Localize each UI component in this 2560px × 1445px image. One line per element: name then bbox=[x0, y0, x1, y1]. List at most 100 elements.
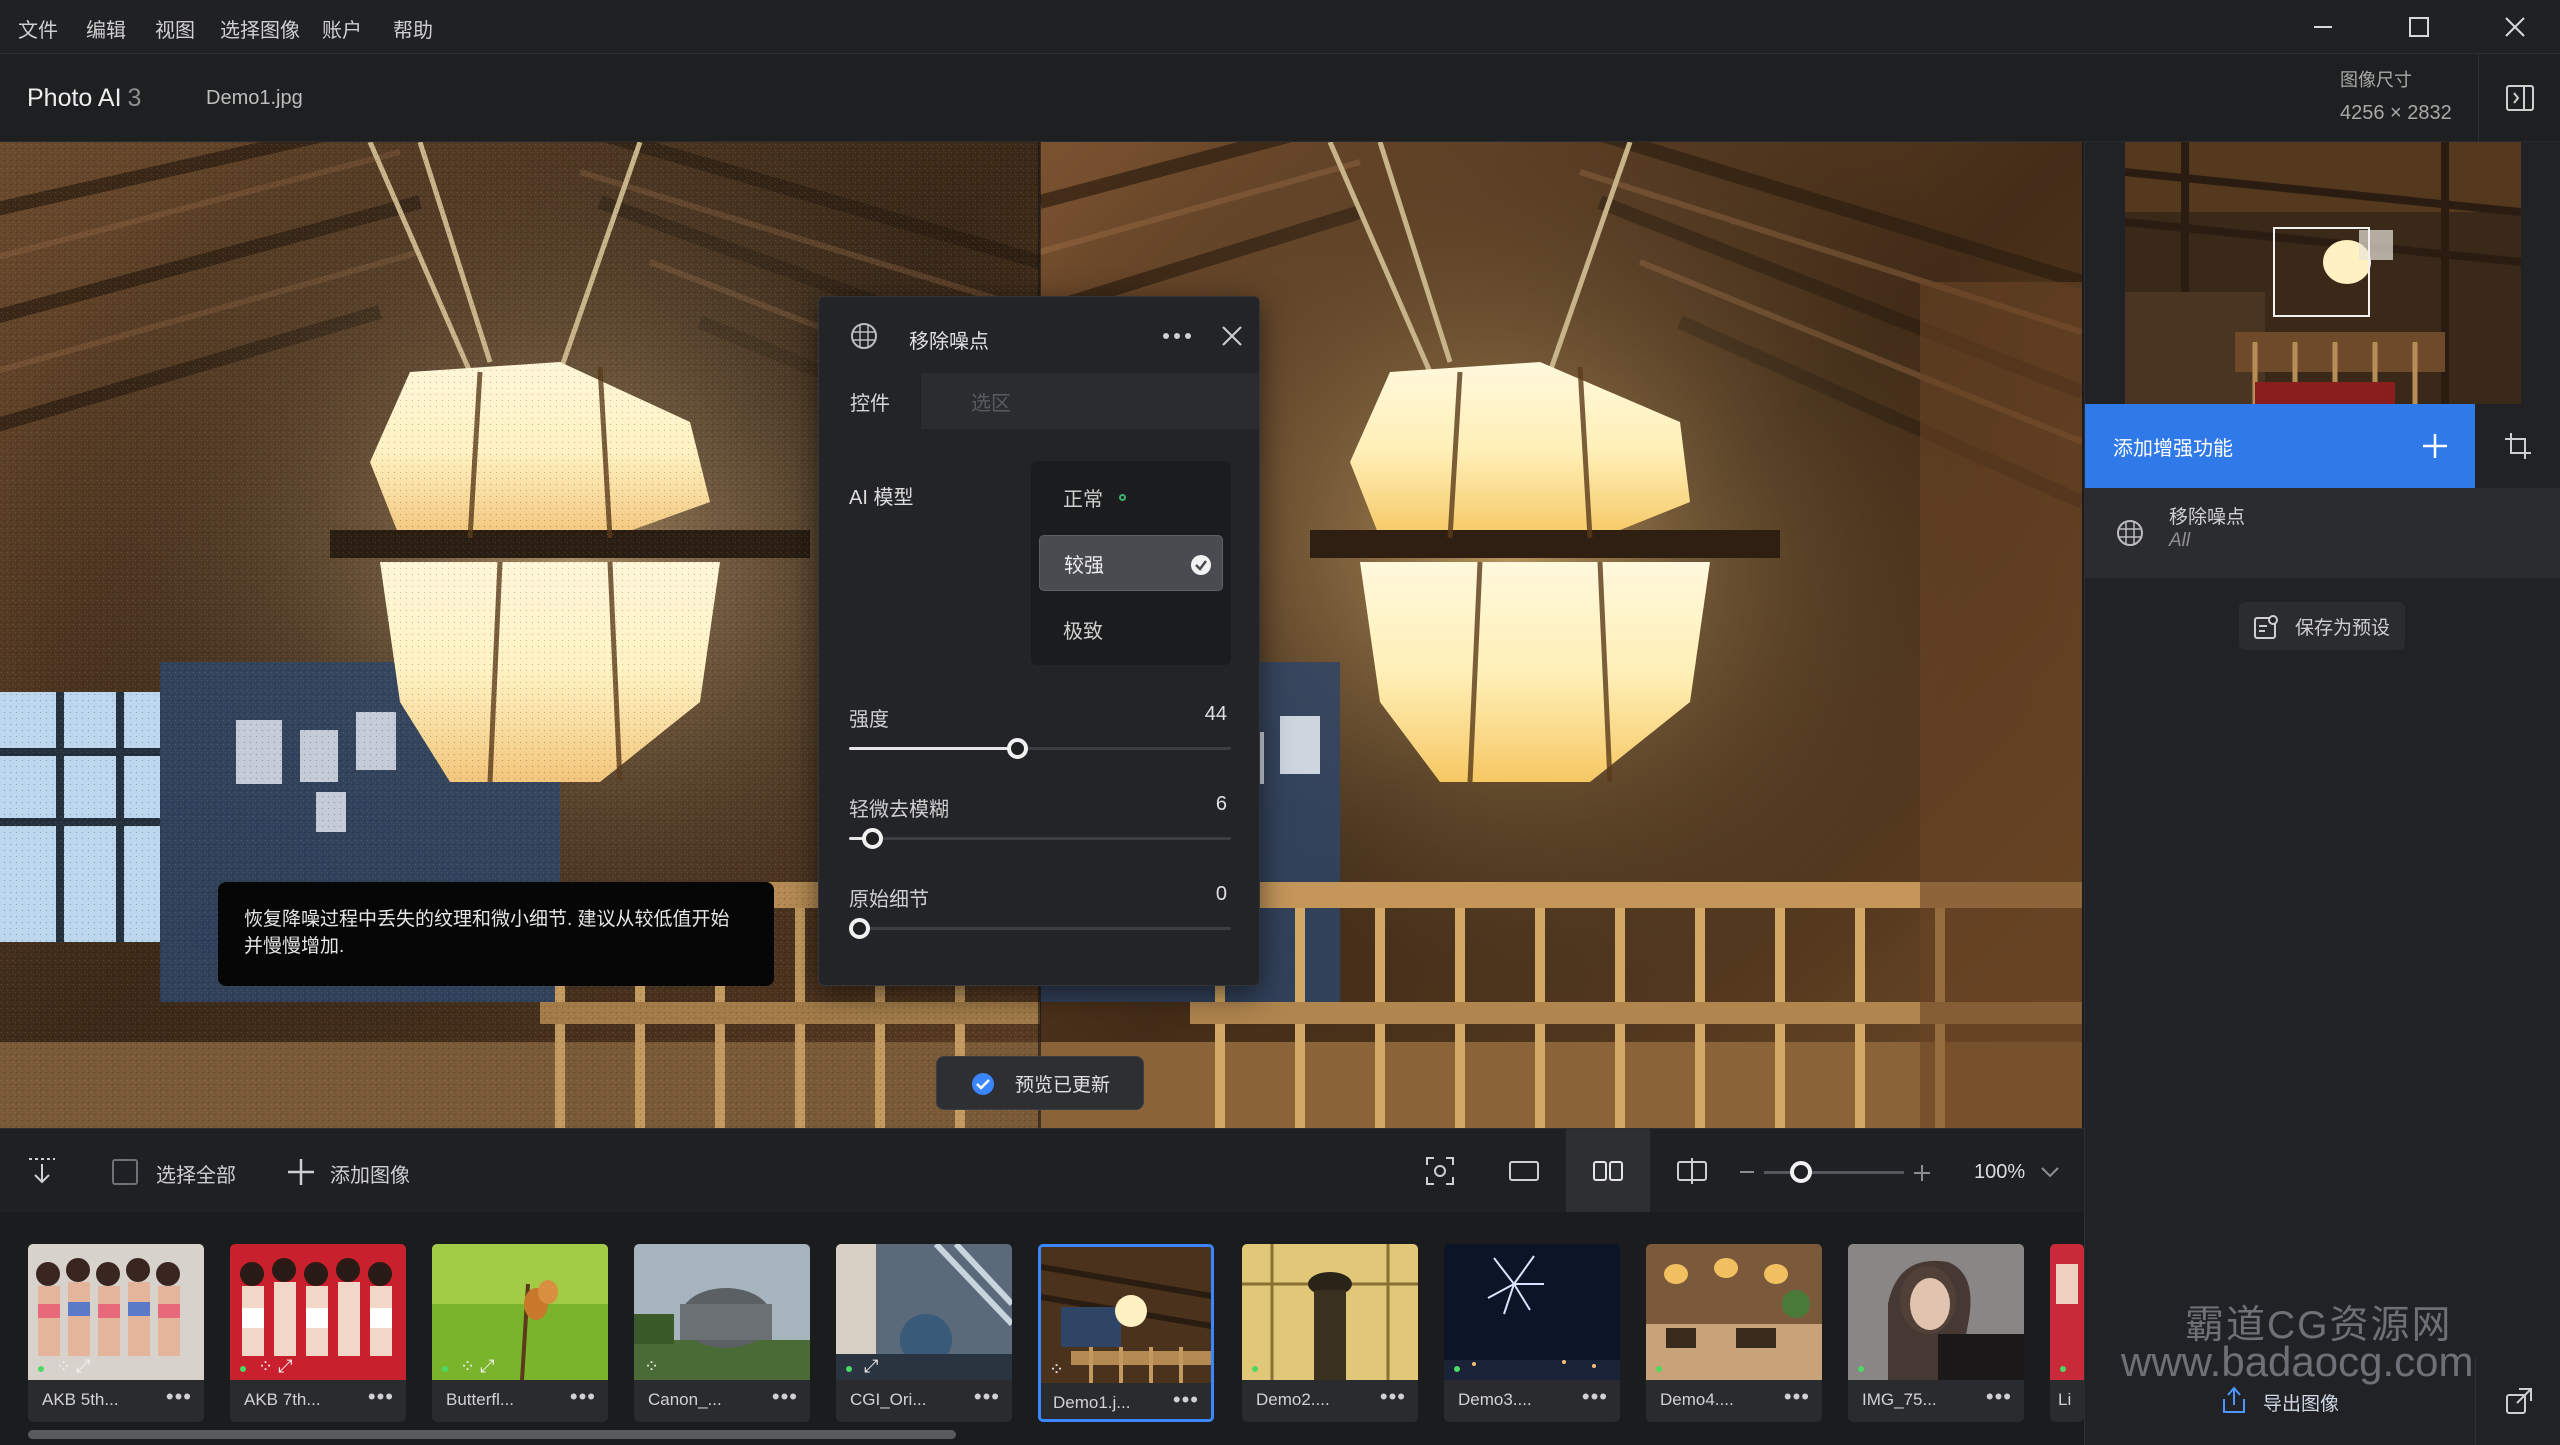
export-image-button[interactable]: 导出图像 bbox=[2085, 1357, 2560, 1445]
enhancement-badge-icon: ⁘ ⤢ bbox=[258, 1356, 293, 1376]
thumbnail-image bbox=[28, 1244, 204, 1380]
single-view-button[interactable] bbox=[1482, 1129, 1566, 1213]
preview-focus-button[interactable] bbox=[1398, 1129, 1482, 1213]
upload-icon bbox=[2223, 1386, 2245, 1413]
enhancement-badge-icon: ⤢ bbox=[864, 1356, 879, 1376]
menu-bar: 文件 编辑 视图 选择图像 账户 帮助 bbox=[0, 0, 2560, 54]
slider-knob[interactable] bbox=[1007, 738, 1028, 759]
file-name: Demo1.jpg bbox=[206, 87, 303, 109]
slider-knob[interactable] bbox=[862, 828, 883, 849]
strength-value: 44 bbox=[1204, 703, 1227, 725]
bottom-toolbar: 选择全部 添加图像 100% bbox=[0, 1128, 2084, 1213]
menu-view[interactable]: 视图 bbox=[155, 14, 195, 43]
thumbnail-more-button[interactable]: ••• bbox=[974, 1384, 1000, 1410]
tab-selection[interactable]: 选区 bbox=[921, 373, 1061, 429]
thumbnail-item[interactable]: ⁘ ⤢ AKB 7th... ••• bbox=[230, 1244, 406, 1422]
thumbnail-more-button[interactable]: ••• bbox=[772, 1384, 798, 1410]
model-option-label: 正常 bbox=[1063, 488, 1103, 511]
slight-deblur-value: 6 bbox=[1215, 793, 1227, 815]
tooltip-line-1: 恢复降噪过程中丢失的纹理和微小细节. 建议从较低值开始 bbox=[244, 909, 730, 930]
thumbnail-item[interactable]: Li bbox=[2050, 1244, 2084, 1422]
denoise-icon bbox=[851, 323, 877, 349]
slight-deblur-label: 轻微去模糊 bbox=[849, 799, 949, 821]
thumbnail-item[interactable]: Demo3.... ••• bbox=[1444, 1244, 1620, 1422]
thumbnail-item[interactable]: ⁘ Canon_... ••• bbox=[634, 1244, 810, 1422]
thumbnail-image bbox=[1444, 1244, 1620, 1380]
thumbnail-more-button[interactable]: ••• bbox=[1784, 1384, 1810, 1410]
maximize-button[interactable] bbox=[2384, 6, 2454, 48]
remove-noise-panel: 移除噪点 控件 选区 AI 模型 正常 较强 极致 强度 44 轻微去模糊 6 bbox=[818, 296, 1260, 986]
toast-text: 预览已更新 bbox=[1015, 1074, 1111, 1096]
plus-icon bbox=[2423, 434, 2447, 458]
side-by-side-icon bbox=[1593, 1161, 1623, 1181]
thumbnail-item[interactable]: ⁘ ⤢ AKB 5th... ••• bbox=[28, 1244, 204, 1422]
thumbnail-item[interactable]: ⁘ ⤢ Butterfl... ••• bbox=[432, 1244, 608, 1422]
status-dot bbox=[846, 1366, 852, 1372]
thumbnail-name: Demo2.... bbox=[1256, 1390, 1330, 1409]
enhancement-badge-icon: ⁘ bbox=[644, 1356, 660, 1376]
model-option-strong[interactable]: 较强 bbox=[1039, 535, 1223, 591]
split-view-button[interactable] bbox=[1650, 1129, 1734, 1213]
side-by-side-view-button[interactable] bbox=[1566, 1129, 1650, 1213]
thumbnail-item[interactable]: ⤢ CGI_Ori... ••• bbox=[836, 1244, 1012, 1422]
zoom-slider[interactable] bbox=[1764, 1161, 1904, 1183]
add-enhancement-button[interactable]: 添加增强功能 bbox=[2085, 404, 2475, 488]
menu-account[interactable]: 账户 bbox=[322, 14, 362, 43]
model-option-label: 较强 bbox=[1064, 554, 1104, 577]
add-image-button[interactable]: 添加图像 bbox=[330, 1159, 410, 1188]
original-detail-label: 原始细节 bbox=[849, 889, 929, 911]
model-option-extreme[interactable]: 极致 bbox=[1039, 601, 1223, 657]
tab-controls[interactable]: 控件 bbox=[819, 373, 921, 429]
panel-toggle-button[interactable] bbox=[2478, 54, 2560, 142]
app-name: Photo AI bbox=[27, 84, 122, 112]
select-all-label[interactable]: 选择全部 bbox=[156, 1159, 236, 1188]
select-all-checkbox[interactable] bbox=[112, 1159, 138, 1185]
filmstrip-scrollbar[interactable] bbox=[28, 1430, 956, 1439]
thumbnail-item-active[interactable]: ⁘ Demo1.j... ••• bbox=[1038, 1244, 1214, 1422]
zoom-slider-knob[interactable] bbox=[1790, 1161, 1812, 1183]
strength-slider[interactable] bbox=[849, 738, 1231, 759]
status-dot bbox=[2060, 1366, 2066, 1372]
thumbnail-more-button[interactable]: ••• bbox=[1380, 1384, 1406, 1410]
close-icon bbox=[2505, 17, 2525, 37]
original-detail-slider[interactable] bbox=[849, 918, 1231, 939]
thumbnail-image bbox=[634, 1244, 810, 1380]
close-window-button[interactable] bbox=[2480, 6, 2550, 48]
thumbnail-name: Demo3.... bbox=[1458, 1390, 1532, 1409]
slider-knob[interactable] bbox=[849, 918, 870, 939]
menu-help[interactable]: 帮助 bbox=[393, 14, 433, 43]
chevron-down-icon[interactable] bbox=[2040, 1165, 2060, 1179]
thumbnail-more-button[interactable]: ••• bbox=[1986, 1384, 2012, 1410]
thumbnail-more-button[interactable]: ••• bbox=[368, 1384, 394, 1410]
share-button[interactable] bbox=[2475, 1357, 2560, 1445]
model-option-normal[interactable]: 正常 bbox=[1039, 469, 1223, 525]
thumbnail-more-button[interactable]: ••• bbox=[1173, 1387, 1199, 1413]
thumbnail-more-button[interactable]: ••• bbox=[1582, 1384, 1608, 1410]
zoom-in-icon[interactable] bbox=[1912, 1163, 1932, 1183]
enhancement-item-remove-noise[interactable]: 移除噪点 All bbox=[2085, 488, 2560, 578]
menu-edit[interactable]: 编辑 bbox=[86, 14, 126, 43]
menu-select-image[interactable]: 选择图像 bbox=[220, 14, 300, 43]
zoom-out-icon[interactable] bbox=[1738, 1165, 1756, 1179]
zoom-level[interactable]: 100% bbox=[1974, 1161, 2025, 1184]
thumbnail-item[interactable]: Demo2.... ••• bbox=[1242, 1244, 1418, 1422]
slight-deblur-slider[interactable] bbox=[849, 828, 1231, 849]
thumbnail-more-button[interactable]: ••• bbox=[166, 1384, 192, 1410]
thumbnail-image bbox=[2050, 1244, 2084, 1380]
enhancement-name: 移除噪点 bbox=[2169, 507, 2246, 528]
close-panel-button[interactable] bbox=[1215, 319, 1249, 353]
navigator-thumbnail[interactable] bbox=[2125, 142, 2521, 404]
thumbnail-item[interactable]: IMG_75... ••• bbox=[1848, 1244, 2024, 1422]
model-option-label: 极致 bbox=[1063, 620, 1103, 643]
more-options-button[interactable] bbox=[1157, 321, 1197, 351]
plus-icon[interactable] bbox=[286, 1157, 316, 1187]
menu-file[interactable]: 文件 bbox=[18, 14, 58, 43]
collapse-filmstrip-button[interactable] bbox=[20, 1151, 64, 1191]
save-preset-button[interactable]: 保存为预设 bbox=[2239, 602, 2405, 650]
tooltip-line-2: 并慢慢增加. bbox=[244, 936, 345, 957]
thumbnail-item[interactable]: Demo4.... ••• bbox=[1646, 1244, 1822, 1422]
thumbnail-more-button[interactable]: ••• bbox=[570, 1384, 596, 1410]
crop-button[interactable] bbox=[2475, 404, 2560, 488]
minimize-button[interactable] bbox=[2288, 6, 2358, 48]
status-dot bbox=[240, 1366, 246, 1372]
